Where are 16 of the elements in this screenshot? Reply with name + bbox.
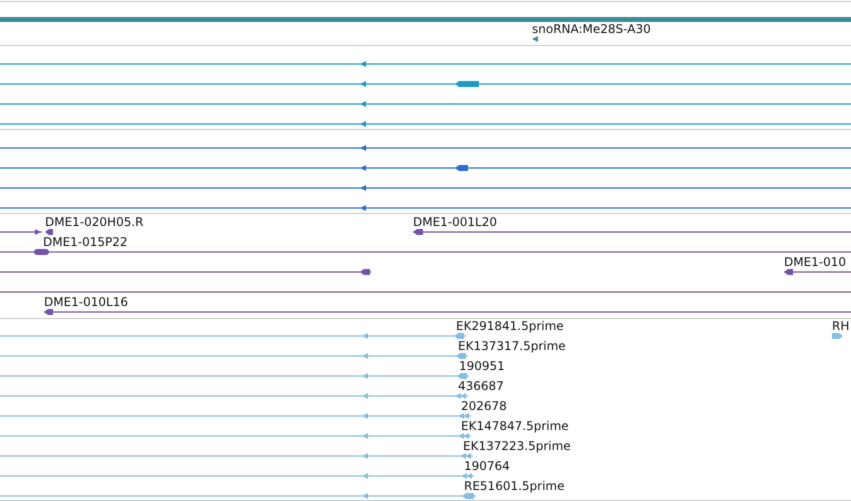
feature-label[interactable]: DME1-010L16 (44, 295, 128, 309)
feature-label[interactable]: 190951 (459, 359, 505, 373)
feature-label[interactable]: EK137317.5prime (458, 339, 566, 353)
feature-label[interactable]: EK147847.5prime (461, 419, 569, 433)
feature-label[interactable]: EK291841.5prime (456, 319, 564, 333)
feature-label[interactable]: DME1-020H05.R (45, 215, 144, 229)
feature-label[interactable]: 202678 (461, 399, 507, 413)
feature-label[interactable]: DME1-010 (784, 255, 846, 269)
feature-label[interactable]: RE51601.5prime (464, 479, 564, 493)
feature-label[interactable]: snoRNA:Me28S-A30 (532, 22, 651, 36)
feature-label[interactable]: DME1-015P22 (43, 235, 128, 249)
feature-label[interactable]: 190764 (464, 459, 510, 473)
feature-label[interactable]: DME1-001L20 (413, 215, 497, 229)
feature-label[interactable]: EK137223.5prime (463, 439, 571, 453)
feature-label[interactable]: 436687 (458, 379, 504, 393)
feature-label[interactable]: RH (832, 319, 850, 333)
